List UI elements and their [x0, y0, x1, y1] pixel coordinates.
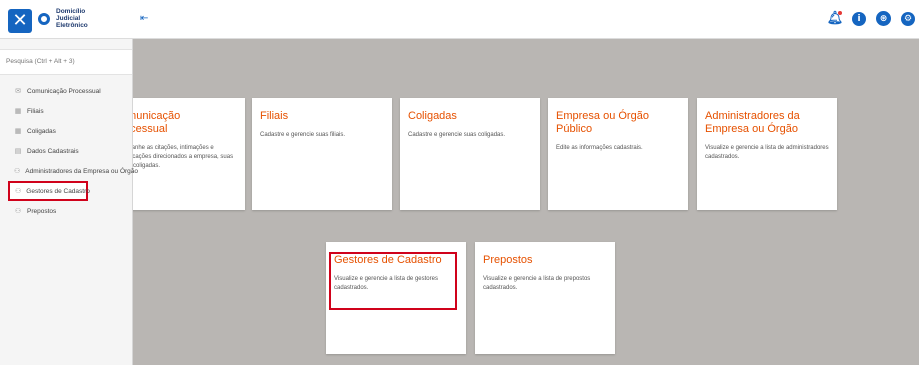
sidebar-item-prepostos[interactable]: ⚇ Prepostos	[0, 201, 132, 221]
card-title: Empresa ou Órgão Público	[556, 110, 649, 135]
card-description: Edite as informações cadastrais.	[556, 145, 643, 151]
people-icon: ⚇	[15, 187, 22, 195]
sidebar-item-administradores[interactable]: ⚇ Administradores da Empresa ou Órgão	[0, 161, 138, 181]
card-description: Cadastre e gerencie suas filiais.	[260, 132, 346, 138]
card-title: Coligadas	[408, 110, 457, 122]
user-settings-icon[interactable]: ⚙	[901, 11, 915, 26]
logo-mark-icon	[38, 12, 50, 25]
search-input[interactable]	[0, 50, 126, 73]
sidebar-item-label: Prepostos	[27, 207, 57, 215]
info-icon[interactable]: i	[852, 11, 866, 26]
accessibility-icon[interactable]: ⊛	[876, 11, 891, 26]
sidebar-item-label: Gestores de Cadastro	[26, 187, 90, 195]
sidebar-item-filiais[interactable]: ▦ Filiais	[0, 101, 132, 121]
sidebar-item-label: Dados Cadastrais	[27, 147, 79, 155]
sidebar: ✉ Comunicação Processual ▦ Filiais ▦ Col…	[0, 39, 138, 365]
sidebar-item-label: Coligadas	[27, 127, 56, 135]
main-content: Comunicação Processual Acompanhe as cita…	[0, 39, 919, 365]
card-title: Filiais	[260, 110, 289, 122]
top-bar: ✕ Domicílio Judicial Eletrônico ⇤ 🔔︎ i ⊛…	[0, 0, 919, 39]
logo-text: Domicílio Judicial Eletrônico	[56, 8, 88, 29]
sidebar-item-comunicacao-processual[interactable]: ✉ Comunicação Processual	[0, 81, 132, 101]
card-description: Cadastre e gerencie suas coligadas.	[408, 132, 506, 138]
sidebar-item-label: Comunicação Processual	[27, 87, 101, 95]
sidebar-item-label: Administradores da Empresa ou Órgão	[25, 167, 139, 175]
sidebar-nav: ✉ Comunicação Processual ▦ Filiais ▦ Col…	[0, 81, 138, 221]
card-title: Prepostos	[483, 254, 533, 266]
card-prepostos[interactable]: Prepostos Visualize e gerencie a lista d…	[475, 242, 615, 354]
envelope-icon: ✉	[15, 87, 21, 95]
card-title: Administradores da Empresa ou Órgão	[705, 110, 800, 135]
people-icon: ⚇	[14, 207, 22, 215]
domicilio-logo[interactable]: Domicílio Judicial Eletrônico	[38, 8, 88, 29]
close-menu-button[interactable]: ✕	[8, 9, 32, 33]
card-description: Visualize e gerencie a lista de administ…	[705, 145, 829, 160]
pin-icon[interactable]: ⇤	[140, 13, 148, 24]
card-administradores[interactable]: Administradores da Empresa ou Órgão Visu…	[697, 98, 837, 210]
notification-dot	[838, 10, 842, 15]
highlight-box	[329, 252, 457, 310]
card-description: Visualize e gerencie a lista de preposto…	[483, 276, 591, 291]
search-field[interactable]	[0, 49, 132, 75]
card-empresa-orgao-publico[interactable]: Empresa ou Órgão Público Edite as inform…	[548, 98, 688, 210]
card-coligadas[interactable]: Coligadas Cadastre e gerencie suas colig…	[400, 98, 540, 210]
sidebar-item-dados-cadastrais[interactable]: ▤ Dados Cadastrais	[0, 141, 132, 161]
document-icon: ▤	[14, 147, 22, 155]
bell-icon[interactable]: 🔔︎	[827, 10, 843, 26]
sidebar-item-gestores-de-cadastro[interactable]: ⚇ Gestores de Cadastro	[8, 181, 90, 201]
building-icon: ▦	[14, 107, 22, 115]
header-actions: 🔔︎ i ⊛ ⚙	[827, 10, 915, 26]
sidebar-item-coligadas[interactable]: ▦ Coligadas	[0, 121, 132, 141]
people-icon: ⚇	[14, 167, 21, 175]
sidebar-item-label: Filiais	[27, 107, 44, 115]
card-filiais[interactable]: Filiais Cadastre e gerencie suas filiais…	[252, 98, 392, 210]
building-icon: ▦	[14, 127, 22, 135]
